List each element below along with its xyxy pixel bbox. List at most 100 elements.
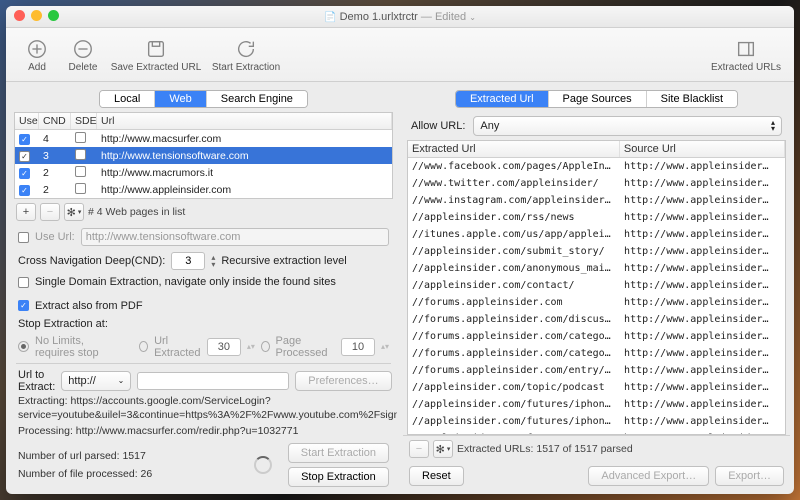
row-sde-checkbox[interactable] [75, 132, 86, 143]
table-row[interactable]: //itunes.apple.com/us/app/appleinsid…htt… [408, 226, 785, 243]
results-gear-button[interactable]: ✻▾ [433, 440, 453, 458]
save-extracted-button[interactable]: Save Extracted URL [106, 36, 206, 73]
delete-button[interactable]: Delete [60, 36, 106, 73]
remove-row-button[interactable]: − [40, 203, 60, 221]
tab-page-sources[interactable]: Page Sources [549, 91, 647, 107]
export-button[interactable]: Export… [715, 466, 784, 486]
results-remove-button[interactable]: − [409, 440, 429, 458]
table-row[interactable]: //www.facebook.com/pages/AppleInsi…http:… [408, 158, 785, 175]
tab-extracted-url[interactable]: Extracted Url [456, 91, 549, 107]
row-source-url: http://www.appleinsider… [620, 279, 785, 292]
chevron-down-icon: ⌄ [118, 376, 125, 385]
row-extracted-url: //forums.appleinsider.com/categories/g… [408, 347, 620, 360]
cnd-label: Cross Navigation Deep(CND): [18, 255, 165, 267]
table-row[interactable]: 2http://www.macrumors.it [15, 164, 392, 181]
table-row[interactable]: //appleinsider.com/futures/2016-macb…htt… [408, 430, 785, 434]
allow-url-label: Allow URL: [411, 120, 465, 132]
url-list-table[interactable]: Use CND SDE Url 4http://www.macsurfer.co… [14, 112, 393, 199]
table-row[interactable]: //appleinsider.com/contact/http://www.ap… [408, 277, 785, 294]
table-row[interactable]: //appleinsider.com/futures/iphone-8http:… [408, 396, 785, 413]
single-domain-label: Single Domain Extraction, navigate only … [35, 276, 336, 288]
row-sde-checkbox[interactable] [75, 149, 86, 160]
col-use[interactable]: Use [15, 113, 39, 129]
processing-status: Processing: http://www.macsurfer.com/red… [10, 422, 397, 440]
url-to-extract-field[interactable] [137, 372, 289, 390]
table-row[interactable]: //forums.appleinsider.com/entry/register… [408, 362, 785, 379]
row-sde-checkbox[interactable] [75, 166, 86, 177]
start-extraction-toolbar-button[interactable]: Start Extraction [206, 36, 286, 73]
list-caption: # 4 Web pages in list [88, 206, 185, 218]
table-row[interactable]: //forums.appleinsider.com/discussionshtt… [408, 311, 785, 328]
radio-no-limits[interactable] [18, 341, 29, 352]
col-source-url[interactable]: Source Url [620, 141, 785, 157]
extract-pdf-label: Extract also from PDF [35, 300, 143, 312]
stepper-down-icon[interactable]: ▾ [211, 261, 215, 268]
row-extracted-url: //appleinsider.com/futures/iphone-7 [408, 415, 620, 428]
row-cnd: 2 [39, 183, 71, 197]
table-row[interactable]: 4http://www.macsurfer.com [15, 130, 392, 147]
row-use-checkbox[interactable] [19, 151, 30, 162]
add-button[interactable]: Add [14, 36, 60, 73]
col-url[interactable]: Url [97, 113, 392, 129]
close-icon[interactable] [14, 10, 25, 21]
radio-page-processed[interactable] [261, 341, 270, 352]
use-url-label: Use Url: [35, 231, 75, 243]
table-row[interactable]: //appleinsider.com/futures/iphone-7http:… [408, 413, 785, 430]
tab-site-blacklist[interactable]: Site Blacklist [647, 91, 737, 107]
table-row[interactable]: //appleinsider.com/anonymous_mailer/http… [408, 260, 785, 277]
advanced-export-button[interactable]: Advanced Export… [588, 466, 709, 486]
row-sde-checkbox[interactable] [75, 183, 86, 194]
titlebar: 📄 Demo 1.urlxtrctr — Edited ⌄ [6, 6, 794, 28]
row-cnd: 2 [39, 166, 71, 180]
use-url-field [81, 228, 389, 246]
extracted-urls-panel-button[interactable]: Extracted URLs [706, 36, 786, 73]
row-use-checkbox[interactable] [19, 168, 30, 179]
preferences-button[interactable]: Preferences… [295, 371, 391, 391]
row-extracted-url: //appleinsider.com/futures/iphone-8 [408, 398, 620, 411]
table-row[interactable]: //forums.appleinsider.com/categories/g…h… [408, 345, 785, 362]
reset-button[interactable]: Reset [409, 466, 464, 486]
table-row[interactable]: 2http://www.appleinsider.com [15, 181, 392, 198]
stop-extraction-button[interactable]: Stop Extraction [288, 467, 389, 487]
gear-menu-button[interactable]: ✻▾ [64, 203, 84, 221]
row-source-url: http://www.appleinsider… [620, 296, 785, 309]
app-window: 📄 Demo 1.urlxtrctr — Edited ⌄ Add Delete… [6, 6, 794, 494]
zoom-icon[interactable] [48, 10, 59, 21]
radio-url-extracted[interactable] [139, 341, 148, 352]
scheme-select[interactable]: http://⌄ [61, 371, 131, 391]
col-cnd[interactable]: CND [39, 113, 71, 129]
row-source-url: http://www.appleinsider… [620, 364, 785, 377]
save-icon [143, 36, 169, 62]
row-extracted-url: //forums.appleinsider.com/entry/register [408, 364, 620, 377]
tab-web[interactable]: Web [155, 91, 206, 107]
row-source-url: http://www.appleinsider… [620, 160, 785, 173]
tab-search-engine[interactable]: Search Engine [207, 91, 307, 107]
table-row[interactable]: //appleinsider.com/topic/podcasthttp://w… [408, 379, 785, 396]
col-sde[interactable]: SDE [71, 113, 97, 129]
table-row[interactable]: 3http://www.tensionsoftware.com [15, 147, 392, 164]
sources-pane: Local Web Search Engine Use CND SDE Url … [10, 86, 397, 490]
start-extraction-button[interactable]: Start Extraction [288, 443, 389, 463]
row-use-checkbox[interactable] [19, 134, 30, 145]
extract-pdf-checkbox[interactable] [18, 300, 29, 311]
tab-local[interactable]: Local [100, 91, 155, 107]
url-extracted-field [207, 338, 241, 356]
cnd-stepper[interactable] [171, 252, 205, 270]
allow-url-select[interactable]: Any ▴▾ [473, 116, 782, 136]
row-source-url: http://www.appleinsider… [620, 211, 785, 224]
row-use-checkbox[interactable] [19, 185, 30, 196]
single-domain-checkbox[interactable] [18, 277, 29, 288]
col-extracted-url[interactable]: Extracted Url [408, 141, 620, 157]
minimize-icon[interactable] [31, 10, 42, 21]
extracted-url-table[interactable]: Extracted Url Source Url //www.facebook.… [407, 140, 786, 435]
table-row[interactable]: //www.instagram.com/appleinsider_offi…ht… [408, 192, 785, 209]
use-url-checkbox[interactable] [18, 232, 29, 243]
table-row[interactable]: //appleinsider.com/rss/newshttp://www.ap… [408, 209, 785, 226]
table-row[interactable]: //forums.appleinsider.com/categories/g…h… [408, 328, 785, 345]
refresh-icon [233, 36, 259, 62]
table-row[interactable]: //forums.appleinsider.comhttp://www.appl… [408, 294, 785, 311]
results-pane: Extracted Url Page Sources Site Blacklis… [403, 86, 790, 490]
table-row[interactable]: //appleinsider.com/submit_story/http://w… [408, 243, 785, 260]
add-row-button[interactable]: + [16, 203, 36, 221]
table-row[interactable]: //www.twitter.com/appleinsider/http://ww… [408, 175, 785, 192]
